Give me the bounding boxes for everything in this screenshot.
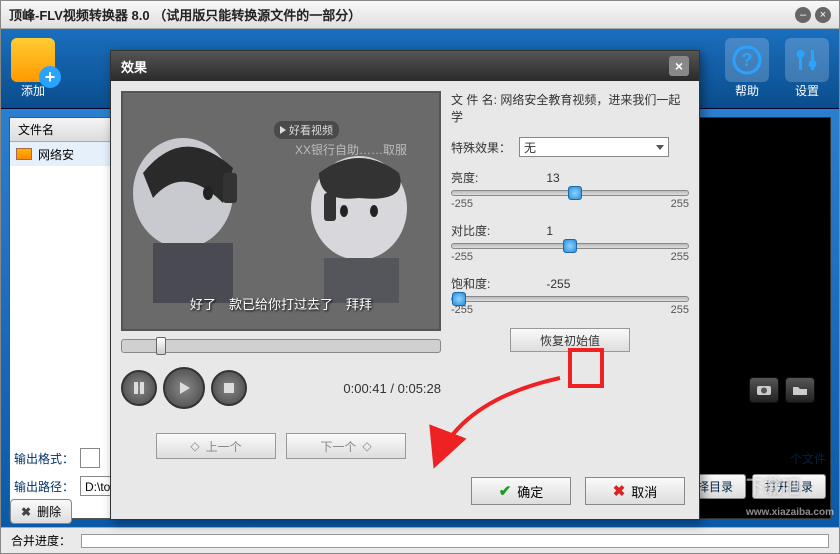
stop-button[interactable]	[211, 370, 247, 406]
help-icon: ?	[725, 38, 769, 82]
help-label: 帮助	[735, 82, 759, 99]
help-button[interactable]: ? 帮助	[725, 38, 769, 99]
watermark: 好看视频	[274, 121, 339, 139]
effect-select[interactable]: 无	[519, 137, 669, 157]
dialog-title: 效果	[121, 57, 147, 76]
contrast-label: 对比度:	[451, 222, 490, 239]
folder-button[interactable]	[785, 377, 815, 403]
cancel-button[interactable]: ✖取消	[585, 477, 685, 505]
merge-progress-label: 合并进度：	[11, 532, 71, 549]
effect-label: 特殊效果：	[451, 139, 511, 156]
play-button[interactable]	[163, 367, 205, 409]
saturation-value: -255	[546, 277, 570, 291]
settings-label: 设置	[795, 82, 819, 99]
pause-button[interactable]	[121, 370, 157, 406]
filename-row: 文 件 名: 网络安全教育视频，进来我们一起学	[451, 91, 689, 125]
svg-text:?: ?	[742, 50, 753, 70]
video-preview: 好看视频 XX银行自助……取服务…… 好了 款已给你打过去了 拜拜	[121, 91, 441, 331]
seek-thumb[interactable]	[156, 337, 166, 355]
saturation-slider[interactable]	[451, 296, 689, 302]
add-button[interactable]: 添加	[11, 38, 55, 99]
contrast-thumb[interactable]	[563, 239, 577, 253]
brightness-slider[interactable]	[451, 190, 689, 196]
delete-label: 删除	[37, 503, 61, 520]
status-bar: 合并进度：	[1, 527, 839, 553]
delete-x-icon: ✖	[21, 505, 31, 519]
file-name-cell: 网络安	[38, 146, 74, 163]
x-icon: ✖	[613, 482, 626, 500]
main-titlebar: 顶峰-FLV视频转换器 8.0 （试用版只能转换源文件的一部分） – ×	[1, 1, 839, 29]
format-input[interactable]	[80, 448, 100, 468]
brightness-thumb[interactable]	[568, 186, 582, 200]
file-count-label: 个文件	[790, 450, 826, 467]
close-button[interactable]: ×	[815, 7, 831, 23]
format-label: 输出格式：	[14, 450, 74, 467]
site-watermark: 下载吧www.xiazaiba.com	[746, 473, 834, 520]
prev-button[interactable]: ◇ 上一个	[156, 433, 276, 459]
subtitle-text: 好了 款已给你打过去了 拜拜	[123, 294, 439, 313]
film-icon	[16, 148, 32, 160]
brightness-label: 亮度:	[451, 169, 478, 186]
contrast-value: 1	[546, 224, 553, 238]
saturation-thumb[interactable]	[452, 292, 466, 306]
brightness-value: 13	[546, 171, 559, 185]
check-icon: ✔	[499, 482, 512, 500]
saturation-label: 饱和度:	[451, 275, 490, 292]
progress-bar	[81, 534, 829, 548]
contrast-slider[interactable]	[451, 243, 689, 249]
main-title: 顶峰-FLV视频转换器 8.0 （试用版只能转换源文件的一部分）	[9, 5, 361, 24]
seek-bar[interactable]	[121, 339, 441, 353]
path-label: 输出路径：	[14, 478, 74, 495]
delete-button[interactable]: ✖ 删除	[10, 499, 72, 524]
film-add-icon	[11, 38, 55, 82]
ok-button[interactable]: ✔确定	[471, 477, 571, 505]
gear-icon	[785, 38, 829, 82]
filename-label: 文 件 名:	[451, 93, 497, 107]
next-button[interactable]: 下一个 ◇	[286, 433, 406, 459]
settings-button[interactable]: 设置	[785, 38, 829, 99]
dialog-titlebar: 效果 ×	[111, 51, 699, 81]
minimize-button[interactable]: –	[795, 7, 811, 23]
dialog-close-button[interactable]: ×	[669, 56, 689, 76]
snapshot-button[interactable]	[749, 377, 779, 403]
time-display: 0:00:41 / 0:05:28	[343, 381, 441, 396]
restore-button[interactable]: 恢复初始值	[510, 328, 630, 352]
effects-dialog: 效果 × 好看视频 XX银行自助……取服务…… 好了 款已给你打过去了 拜拜	[110, 50, 700, 520]
